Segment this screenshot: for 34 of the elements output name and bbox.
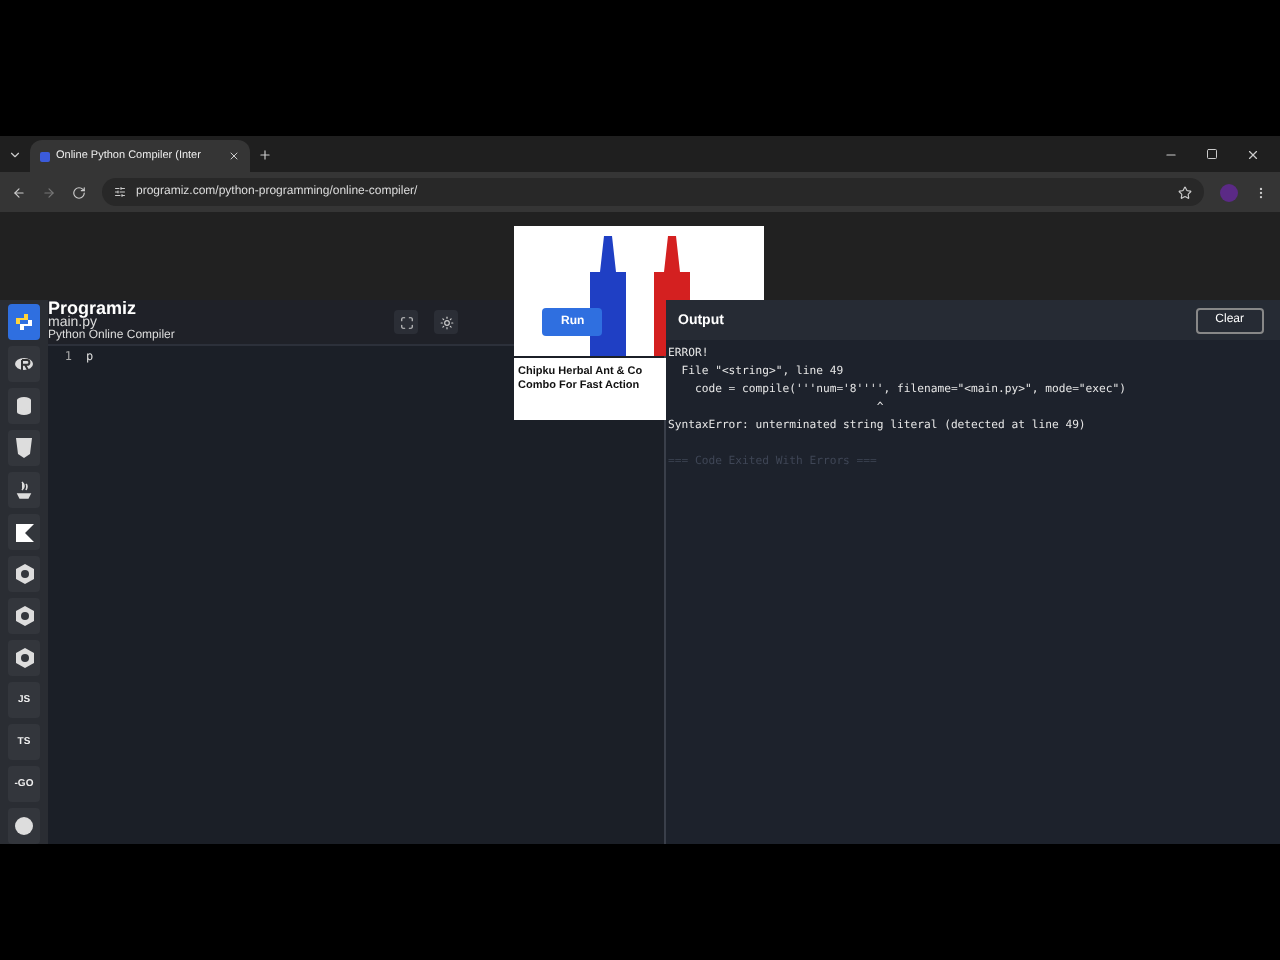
forward-icon[interactable] (42, 185, 56, 199)
language-tab[interactable] (8, 388, 40, 424)
hexagon-icon (15, 564, 33, 584)
theme-sun-icon[interactable] (434, 310, 459, 334)
cup-icon (16, 480, 32, 500)
logo[interactable]: Programiz (48, 300, 175, 316)
language-tab[interactable] (8, 346, 40, 382)
menu-icon[interactable] (1254, 185, 1268, 199)
circle-icon (14, 816, 34, 836)
language-tab[interactable] (8, 808, 40, 844)
favicon-icon (40, 151, 50, 161)
close-icon[interactable] (1246, 147, 1260, 161)
language-tab[interactable] (8, 514, 40, 550)
back-icon[interactable] (12, 185, 26, 199)
site-settings-icon[interactable] (114, 186, 126, 198)
bookmark-star-icon[interactable] (1178, 185, 1192, 199)
language-tab[interactable] (8, 472, 40, 508)
fullscreen-icon[interactable] (394, 310, 419, 334)
language-tab[interactable] (8, 640, 40, 676)
r-icon (14, 354, 34, 374)
language-tab[interactable] (8, 598, 40, 634)
hexagon-icon (15, 606, 33, 626)
tab-list-icon[interactable] (8, 147, 22, 161)
restore-icon[interactable] (1206, 147, 1218, 161)
k-icon (15, 523, 33, 541)
language-tab[interactable] (8, 430, 40, 466)
new-tab-icon[interactable] (258, 147, 272, 161)
shield-icon (16, 438, 32, 458)
database-icon (16, 396, 32, 416)
reload-icon[interactable] (72, 185, 86, 199)
hexagon-icon (15, 648, 33, 668)
close-icon[interactable] (228, 150, 240, 162)
language-tab[interactable] (8, 556, 40, 592)
python-icon (14, 312, 34, 332)
